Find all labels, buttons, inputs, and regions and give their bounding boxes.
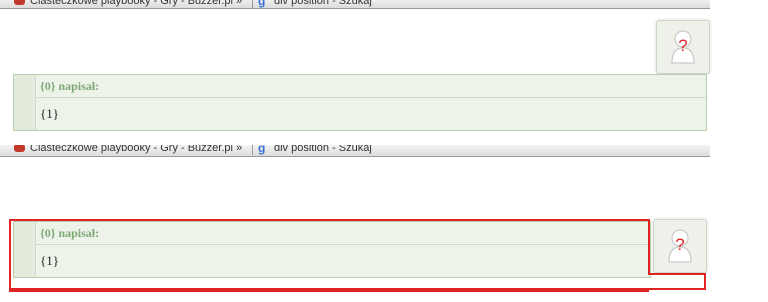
quote-body: {1} [40, 106, 59, 121]
browser-tab-strip: Ciasteczkowe playbooky - Gry - Buzzer.pl… [0, 145, 710, 157]
tab-separator [252, 0, 253, 8]
favicon-icon [14, 145, 25, 152]
quote-gutter [14, 75, 36, 130]
tab-label: div position - Szukaj [274, 0, 372, 7]
google-icon: g [258, 145, 266, 155]
svg-text:?: ? [675, 235, 684, 254]
browser-tab[interactable]: Ciasteczkowe playbooky - Gry - Buzzer.pl… [14, 145, 242, 155]
tab-label: div position - Szukaj [274, 145, 372, 154]
highlight-outline [648, 273, 704, 275]
svg-text:?: ? [678, 36, 687, 55]
highlight-outline [9, 288, 706, 290]
unknown-user-icon: ? [671, 30, 695, 64]
google-icon: g [258, 0, 266, 8]
browser-tab[interactable]: g div position - Szukaj [258, 0, 372, 8]
highlight-outline [9, 219, 649, 292]
avatar[interactable]: ? [656, 20, 710, 74]
quote-header: {0} napisał: [36, 75, 706, 98]
tab-label: Ciasteczkowe playbooky - Gry - Buzzer.pl… [30, 145, 243, 154]
browser-tab[interactable]: g div position - Szukaj [258, 145, 372, 155]
tab-label: Ciasteczkowe playbooky - Gry - Buzzer.pl… [30, 0, 243, 7]
screenshot-after: Ciasteczkowe playbooky - Gry - Buzzer.pl… [0, 145, 768, 302]
browser-tab-strip: Ciasteczkowe playbooky - Gry - Buzzer.pl… [0, 0, 710, 9]
favicon-icon [14, 0, 25, 5]
screenshot-before: Ciasteczkowe playbooky - Gry - Buzzer.pl… [0, 0, 768, 151]
highlight-outline [648, 219, 650, 273]
unknown-user-icon: ? [668, 229, 692, 263]
tab-separator [252, 145, 253, 155]
quote-author: {0} napisał: [40, 79, 100, 93]
avatar[interactable]: ? [653, 219, 707, 273]
quote-box: {0} napisał: {1} [13, 74, 707, 131]
browser-tab[interactable]: Ciasteczkowe playbooky - Gry - Buzzer.pl… [14, 0, 242, 8]
